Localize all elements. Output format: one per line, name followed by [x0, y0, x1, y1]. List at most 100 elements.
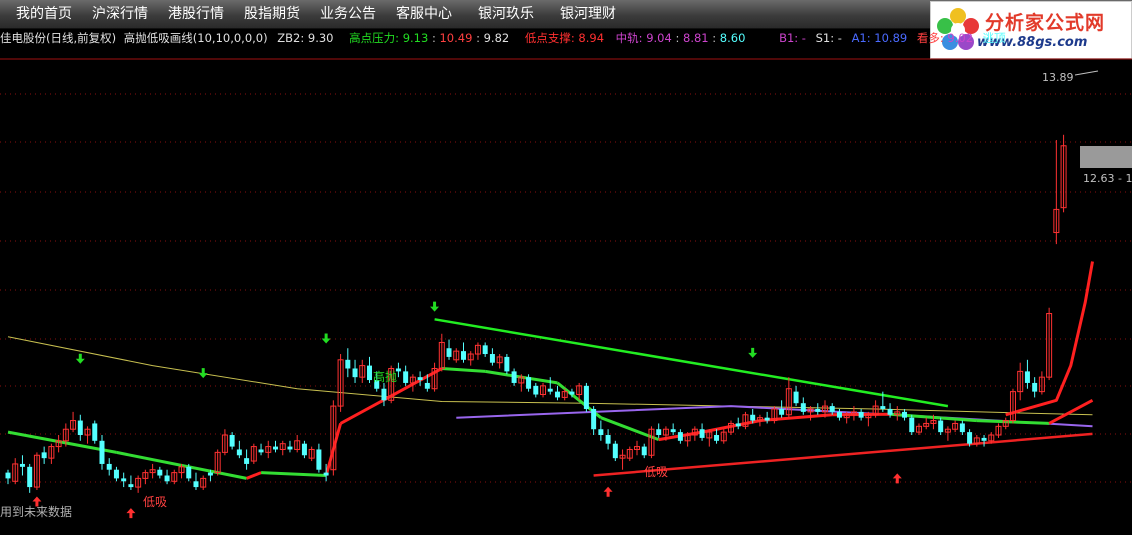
candle-body — [779, 408, 785, 415]
high-pressure-label: 高点压力: — [349, 31, 400, 45]
price-tag: 13.89 12.63 - 1 — [1042, 70, 1132, 185]
sell-arrow-icon — [430, 301, 440, 312]
candle-body — [489, 354, 495, 363]
trend-ma-segment — [441, 367, 486, 373]
high-pressure-1: 9.13 — [402, 31, 429, 45]
buy-signal-label-1: 低吸 — [143, 495, 167, 509]
sell-arrow-icon — [198, 368, 208, 379]
candle-body — [1024, 371, 1030, 383]
candle-body — [99, 440, 105, 464]
buy-signal-label-2: 低吸 — [644, 465, 668, 479]
candle-body — [229, 435, 235, 447]
candle-body — [800, 403, 806, 412]
candle-body — [323, 472, 329, 476]
candle-body — [482, 345, 488, 355]
candle-body — [106, 463, 112, 470]
sell-signal-label: 高抛 — [373, 369, 397, 384]
candle-body — [92, 423, 98, 441]
pressure-trend-line — [434, 318, 949, 408]
candle-body — [880, 406, 886, 409]
candle-body — [273, 446, 279, 450]
bull-label: 看多: — [916, 31, 944, 45]
a1-value: 10.89 — [874, 31, 908, 45]
candle-body — [750, 414, 756, 421]
menu-item-7[interactable]: 银河玖乐 — [478, 4, 534, 24]
high-pressure-2: 10.49 — [439, 31, 473, 45]
candle-body — [554, 391, 560, 398]
future-data-note: 用到未来数据 — [0, 504, 72, 519]
candle-body — [641, 446, 647, 456]
candle-body — [938, 420, 944, 433]
escape-label: 逃顶 — [982, 31, 1006, 45]
price-high-pointer — [1074, 70, 1099, 76]
candle-body — [735, 423, 741, 427]
candle-body — [764, 417, 770, 421]
mid-band-2: 8.81 — [683, 31, 709, 45]
mid-band-1: 9.04 — [646, 31, 672, 45]
candle-body — [959, 423, 965, 433]
candle-body — [981, 437, 987, 441]
price-low-label: 12.63 - 1 — [1083, 172, 1132, 185]
trend-ma-segment — [759, 413, 833, 423]
candle-body — [858, 411, 864, 418]
sell-arrow-icon — [75, 353, 85, 364]
zb2-value: 9.30 — [307, 31, 334, 45]
candle-body — [403, 371, 409, 383]
candle-body — [887, 408, 893, 415]
low-support-label: 低点支撑: — [524, 31, 575, 45]
candle-body — [670, 429, 676, 433]
stock-name: 佳电股份(日线,前复权) — [0, 31, 117, 45]
sell-arrow-icon — [321, 333, 331, 344]
candle-body — [244, 458, 250, 464]
candle-body — [207, 472, 213, 476]
candle-body — [352, 368, 358, 378]
menu-item-5[interactable]: 业务公告 — [320, 4, 376, 24]
candle-body — [533, 385, 539, 395]
candle-body — [504, 356, 510, 372]
candle-body — [113, 469, 119, 479]
low-support-1: 8.94 — [578, 31, 605, 45]
candle-body — [460, 351, 466, 360]
price-high-label: 13.89 — [1042, 71, 1074, 84]
candle-body — [583, 385, 589, 409]
candle-body — [19, 463, 25, 467]
candle-body — [236, 449, 242, 456]
menu-item-2[interactable]: 沪深行情 — [92, 4, 148, 24]
support-trend-line — [593, 432, 1093, 477]
menu-item-4[interactable]: 股指期货 — [244, 4, 300, 24]
candle-body — [605, 435, 611, 444]
candle-body — [77, 420, 83, 436]
trend-ma-segment — [246, 471, 262, 480]
b1-value: B1: - — [779, 31, 806, 45]
indicator-name: 高抛低吸画线(10,10,0,0,0) — [123, 31, 268, 45]
candle-body — [258, 449, 264, 453]
candle-body — [699, 429, 705, 438]
candle-body — [381, 388, 387, 401]
menu-item-6[interactable]: 客服中心 — [396, 4, 452, 24]
candle-body — [547, 388, 553, 392]
indicator-info-bar: 佳电股份(日线,前复权) 高抛低吸画线(10,10,0,0,0) ZB2: 9.… — [0, 31, 1006, 45]
candle-body — [612, 443, 618, 459]
trend-ma-segment — [1048, 398, 1094, 425]
menu-item-8[interactable]: 银河理财 — [560, 4, 616, 24]
s1-value: S1: - — [815, 31, 842, 45]
candle-body — [345, 359, 351, 369]
candle-body — [417, 377, 423, 381]
candle-body — [793, 391, 799, 404]
candle-body — [5, 472, 11, 479]
candle-body — [902, 411, 908, 418]
candle-body — [301, 443, 307, 456]
candle-body — [164, 475, 170, 482]
candle-body — [367, 365, 372, 381]
candle-body — [41, 452, 47, 459]
menu-item-1[interactable]: 我的首页 — [16, 4, 72, 24]
candle-body — [569, 391, 575, 395]
buy-arrow-icon — [126, 508, 136, 519]
candle-body — [836, 411, 842, 418]
candle-body — [511, 371, 517, 383]
trend-ma-segment — [261, 471, 327, 477]
candlestick-chart[interactable]: 13.89 12.63 - 1 高抛 低吸 低吸 用到未来数据 — [0, 46, 1132, 535]
candle-body — [967, 432, 973, 444]
menu-item-3[interactable]: 港股行情 — [168, 4, 224, 24]
candle-body — [424, 382, 430, 389]
